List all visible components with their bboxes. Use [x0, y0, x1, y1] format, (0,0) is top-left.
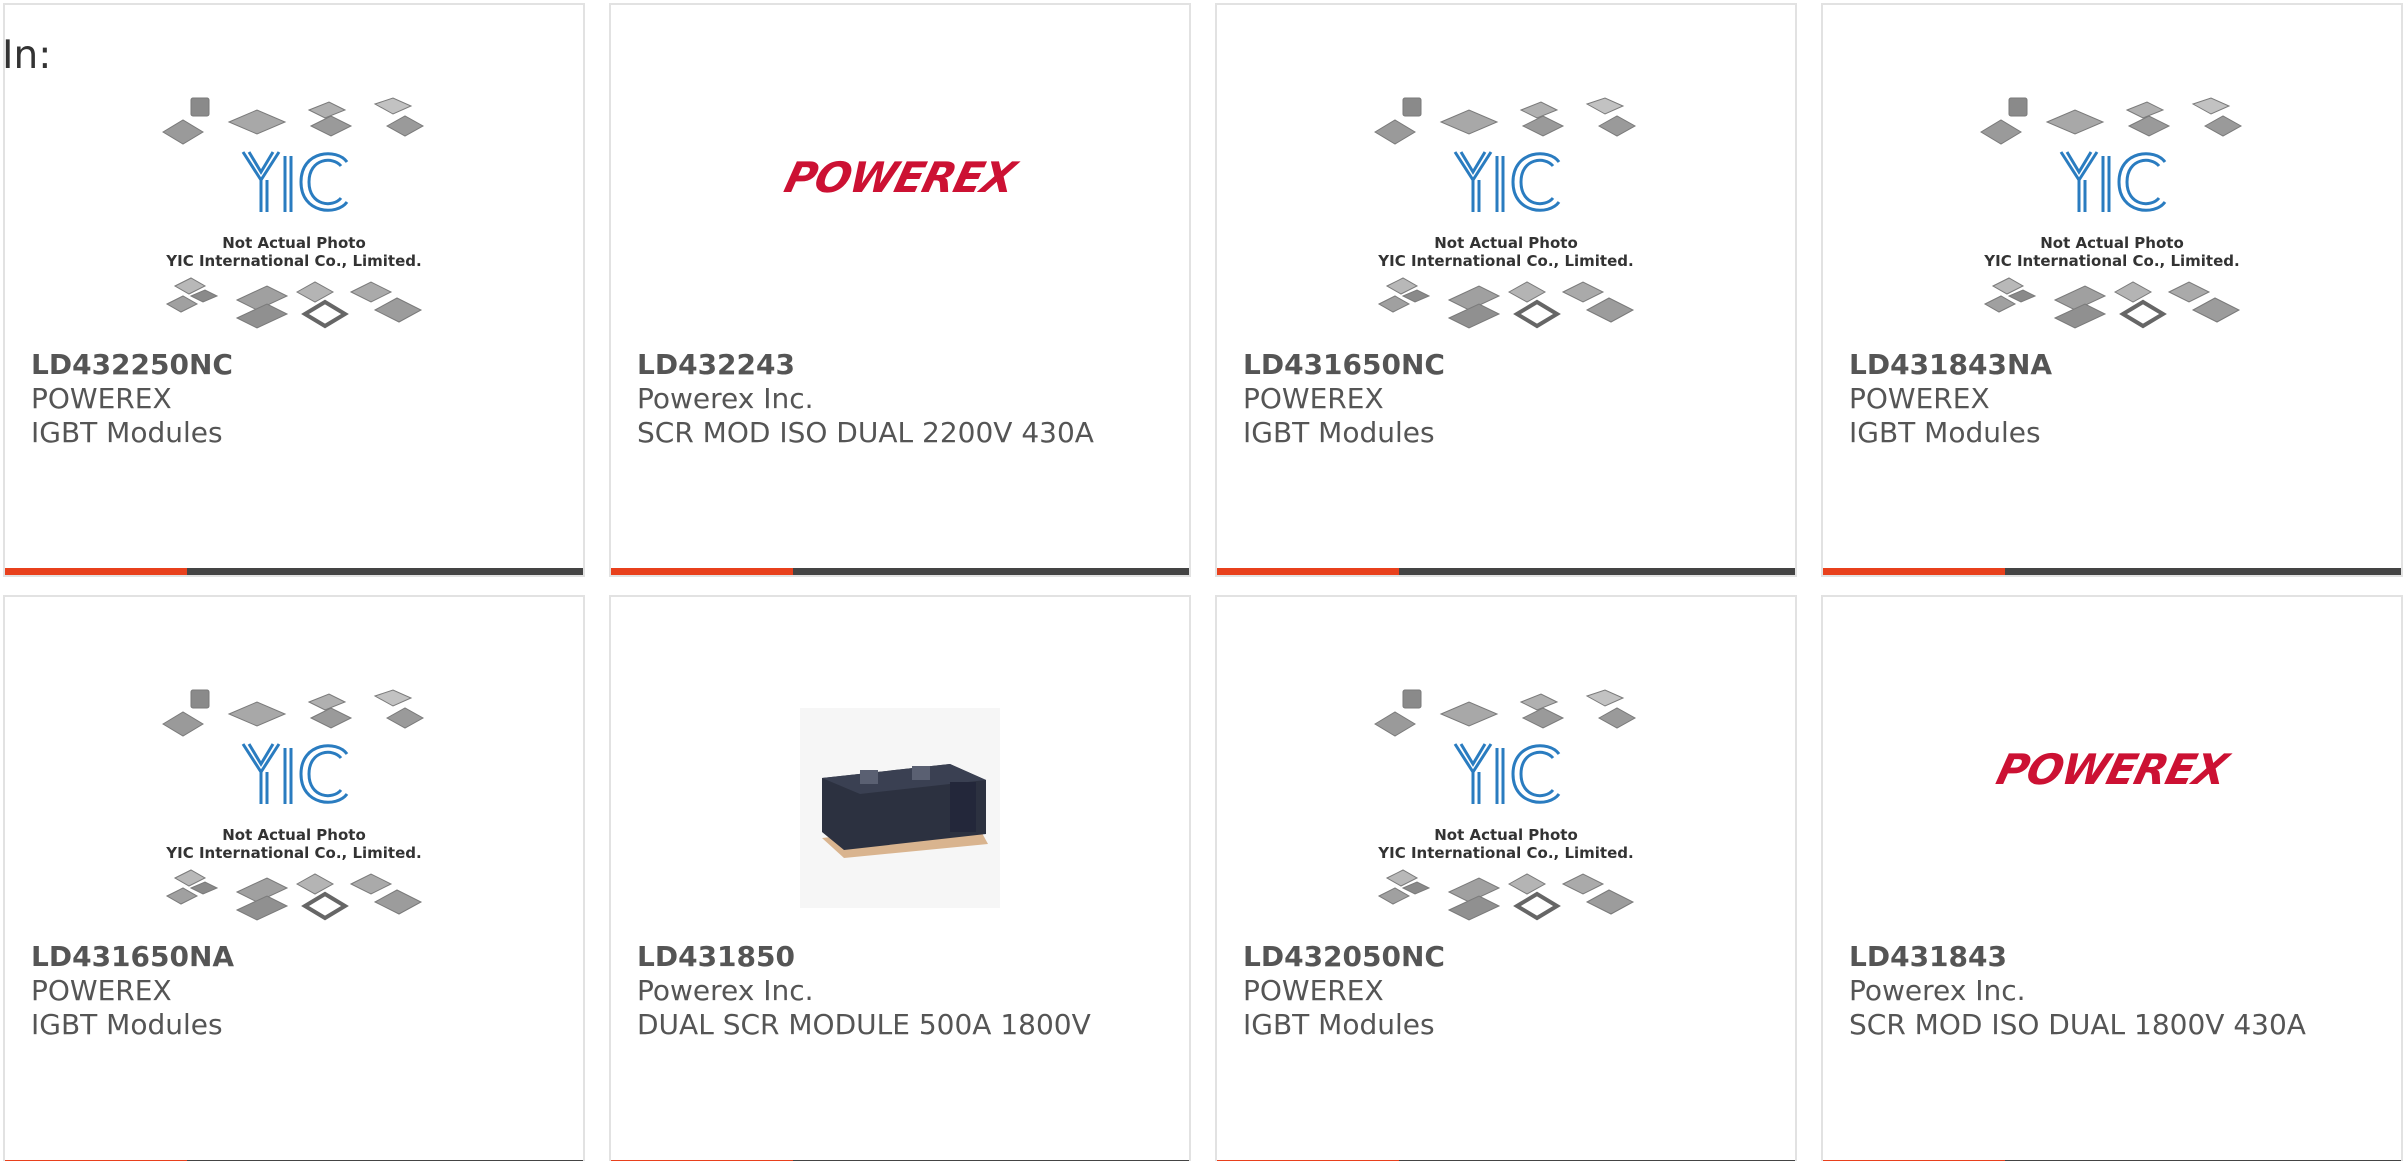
product-card[interactable]: Not Actual Photo YIC International Co., … — [1215, 3, 1797, 577]
description: DUAL SCR MODULE 500A 1800V — [637, 1008, 1091, 1041]
part-number-link[interactable]: LD432250NC — [31, 348, 563, 382]
product-image[interactable]: Not Actual Photo YIC International Co., … — [1217, 85, 1795, 347]
not-actual-photo-placeholder: Not Actual Photo YIC International Co., … — [161, 688, 427, 928]
card-bottom-bar — [611, 568, 1189, 575]
ic-packages-illustration — [1980, 97, 2243, 329]
scr-module-photo — [800, 708, 1000, 908]
part-number-link[interactable]: LD431843 — [1849, 940, 2381, 974]
product-image[interactable]: POWEREX — [1823, 677, 2401, 939]
placeholder-caption-line1: Not Actual Photo — [2040, 234, 2184, 252]
product-info: LD431650NC POWEREX IGBT Modules — [1243, 348, 1775, 450]
placeholder-caption-line2: YIC International Co., Limited. — [1378, 844, 1634, 862]
product-info: LD432243 Powerex Inc. SCR MOD ISO DUAL 220… — [637, 348, 1169, 450]
part-number-link[interactable]: LD431850 — [637, 940, 1169, 974]
placeholder-caption-line1: Not Actual Photo — [1434, 826, 1578, 844]
card-bottom-bar — [1217, 568, 1795, 575]
filter-in-label: In: — [2, 33, 52, 78]
part-number-link[interactable]: LD431650NC — [1243, 348, 1775, 382]
product-image[interactable]: Not Actual Photo YIC International Co., … — [1217, 677, 1795, 939]
description: IGBT Modules — [1243, 1008, 1435, 1041]
ic-packages-illustration — [162, 97, 425, 329]
product-info: LD431843NA POWEREX IGBT Modules — [1849, 348, 2381, 450]
manufacturer: POWEREX — [1243, 382, 1384, 415]
card-bottom-bar-accent — [1823, 568, 2005, 575]
placeholder-caption-line2: YIC International Co., Limited. — [166, 252, 422, 270]
placeholder-caption-line2: YIC International Co., Limited. — [1984, 252, 2240, 270]
part-number-link[interactable]: LD431843NA — [1849, 348, 2381, 382]
card-bottom-bar-accent — [5, 568, 187, 575]
product-grid: Not Actual Photo YIC International Co., … — [3, 3, 2403, 1161]
product-card[interactable]: Not Actual Photo YIC International Co., … — [3, 3, 585, 577]
product-info: LD431843 Powerex Inc. SCR MOD ISO DUAL 180… — [1849, 940, 2381, 1042]
product-image[interactable] — [611, 677, 1189, 939]
manufacturer: Powerex Inc. — [637, 382, 814, 415]
placeholder-caption-line1: Not Actual Photo — [1434, 234, 1578, 252]
placeholder-caption-line1: Not Actual Photo — [222, 826, 366, 844]
ic-packages-illustration — [1374, 689, 1637, 921]
manufacturer: Powerex Inc. — [637, 974, 814, 1007]
card-bottom-bar-accent — [1217, 568, 1399, 575]
product-image[interactable]: POWEREX — [611, 85, 1189, 347]
part-number-link[interactable]: LD432050NC — [1243, 940, 1775, 974]
card-bottom-bar — [1823, 568, 2401, 575]
product-card[interactable]: Not Actual Photo YIC International Co., … — [1215, 595, 1797, 1161]
product-info: LD432050NC POWEREX IGBT Modules — [1243, 940, 1775, 1042]
product-card[interactable]: Not Actual Photo YIC International Co., … — [3, 595, 585, 1161]
not-actual-photo-placeholder: Not Actual Photo YIC International Co., … — [1373, 688, 1639, 928]
card-bottom-bar — [5, 568, 583, 575]
placeholder-caption-line1: Not Actual Photo — [222, 234, 366, 252]
product-listing-page: In: Not Actual Photo YIC International C… — [0, 0, 2406, 1161]
product-info: LD431650NA POWEREX IGBT Modules — [31, 940, 563, 1042]
product-card[interactable]: POWEREX LD431843 Powerex Inc. SCR MOD ISO D… — [1821, 595, 2403, 1161]
product-image[interactable]: Not Actual Photo YIC International Co., … — [5, 85, 583, 347]
product-card[interactable]: LD431850 Powerex Inc. DUAL SCR MODULE 500A… — [609, 595, 1191, 1161]
product-card[interactable]: POWEREX LD432243 Powerex Inc. SCR MOD ISO D… — [609, 3, 1191, 577]
product-card[interactable]: Not Actual Photo YIC International Co., … — [1821, 3, 2403, 577]
manufacturer: POWEREX — [31, 974, 172, 1007]
product-image[interactable]: Not Actual Photo YIC International Co., … — [5, 677, 583, 939]
description: IGBT Modules — [1849, 416, 2041, 449]
product-info: LD431850 Powerex Inc. DUAL SCR MODULE 500A… — [637, 940, 1169, 1042]
description: IGBT Modules — [31, 1008, 223, 1041]
manufacturer: POWEREX — [31, 382, 172, 415]
powerex-logo: POWEREX — [779, 153, 1021, 202]
ic-packages-illustration — [162, 689, 425, 921]
description: SCR MOD ISO DUAL 2200V 430A — [637, 416, 1094, 449]
manufacturer: POWEREX — [1243, 974, 1384, 1007]
manufacturer: Powerex Inc. — [1849, 974, 2026, 1007]
description: SCR MOD ISO DUAL 1800V 430A — [1849, 1008, 2306, 1041]
ic-packages-illustration — [1374, 97, 1637, 329]
part-number-link[interactable]: LD432243 — [637, 348, 1169, 382]
manufacturer: POWEREX — [1849, 382, 1990, 415]
part-number-link[interactable]: LD431650NA — [31, 940, 563, 974]
card-bottom-bar-accent — [611, 568, 793, 575]
not-actual-photo-placeholder: Not Actual Photo YIC International Co., … — [161, 96, 427, 336]
powerex-logo: POWEREX — [1991, 745, 2233, 794]
description: IGBT Modules — [31, 416, 223, 449]
product-info: LD432250NC POWEREX IGBT Modules — [31, 348, 563, 450]
not-actual-photo-placeholder: Not Actual Photo YIC International Co., … — [1373, 96, 1639, 336]
placeholder-caption-line2: YIC International Co., Limited. — [1378, 252, 1634, 270]
placeholder-caption-line2: YIC International Co., Limited. — [166, 844, 422, 862]
not-actual-photo-placeholder: Not Actual Photo YIC International Co., … — [1979, 96, 2245, 336]
product-image[interactable]: Not Actual Photo YIC International Co., … — [1823, 85, 2401, 347]
description: IGBT Modules — [1243, 416, 1435, 449]
